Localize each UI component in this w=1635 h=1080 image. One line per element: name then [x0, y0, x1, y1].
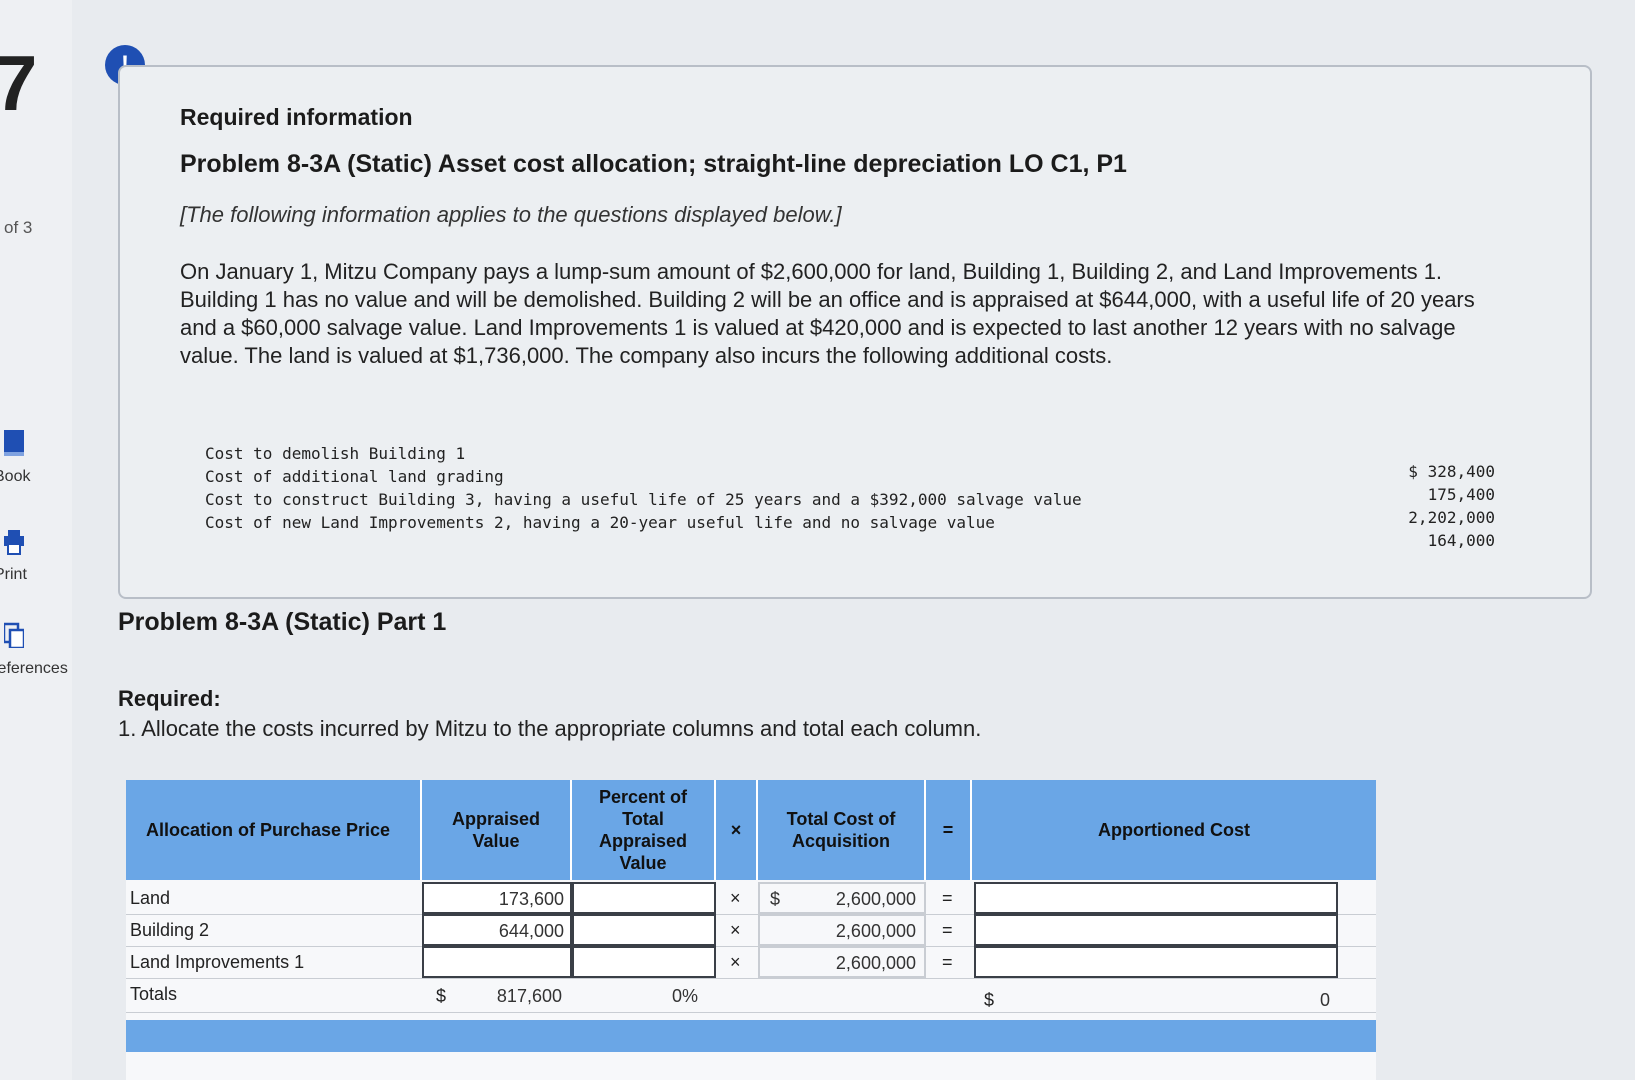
part-title: Problem 8-3A (Static) Part 1 — [118, 608, 447, 636]
equals-symbol: = — [942, 920, 953, 940]
cost-label: Cost to demolish Building 1 — [205, 444, 466, 463]
additional-costs-list: Cost to demolish Building 1 $ 328,400 Co… — [205, 442, 1495, 550]
total-cost-value: 2,600,000 — [835, 953, 916, 973]
row-divider — [126, 1012, 1376, 1013]
cost-row: Cost to demolish Building 1 $ 328,400 — [205, 442, 1495, 481]
apportioned-total: 0 — [1319, 990, 1330, 1010]
nav-print[interactable]: Print — [0, 530, 70, 590]
required-label: Required: — [118, 686, 221, 711]
header-times: × — [716, 780, 758, 880]
table-body: Land $ 173,600 × $ 2,600,000 = Building … — [126, 880, 1376, 1080]
nav-book[interactable]: Book — [0, 430, 70, 490]
cost-label: Cost of additional land grading — [205, 467, 504, 486]
appraised-value: 644,000 — [498, 921, 564, 941]
equals-symbol: = — [942, 888, 953, 908]
nav-references[interactable]: References — [0, 622, 70, 682]
cost-row: Cost to construct Building 3, having a u… — [205, 488, 1495, 527]
row-label-land: Land — [130, 888, 171, 908]
appraised-value: 173,600 — [498, 889, 564, 909]
total-cost-cell-land-improvements-1: 2,600,000 — [758, 946, 926, 978]
table-header: Allocation of Purchase Price Appraised V… — [126, 780, 1376, 880]
row-label-totals: Totals — [130, 984, 178, 1004]
total-cost-cell-building-2: 2,600,000 — [758, 914, 926, 946]
question-count: of 3 — [4, 218, 33, 237]
total-cost-value: 2,600,000 — [835, 889, 916, 909]
percent-total: 0% — [671, 986, 698, 1006]
row-divider — [126, 978, 1376, 979]
apportioned-input-land[interactable] — [974, 882, 1338, 914]
book-icon — [4, 430, 24, 456]
total-cost-value: 2,600,000 — [835, 921, 916, 941]
appraised-input-land[interactable]: 173,600 — [422, 882, 572, 914]
row-label-building-2: Building 2 — [130, 920, 210, 940]
cost-label: Cost to construct Building 3, having a u… — [205, 490, 1082, 509]
info-note: [The following information applies to th… — [180, 202, 842, 227]
allocation-table: Allocation of Purchase Price Appraised V… — [126, 780, 1376, 1080]
nav-book-label: Book — [0, 468, 31, 485]
percent-input-land[interactable] — [572, 882, 716, 914]
appraised-input-land-improvements-1[interactable] — [422, 946, 572, 978]
apportioned-input-building-2[interactable] — [974, 914, 1338, 946]
references-icon — [4, 622, 24, 648]
problem-paragraph: On January 1, Mitzu Company pays a lump-… — [180, 259, 1475, 368]
total-cost-cell-land: $ 2,600,000 — [758, 882, 926, 914]
cost-row: Cost of new Land Improvements 2, having … — [205, 511, 1495, 550]
table-footer-bar — [126, 1020, 1376, 1052]
times-symbol: × — [730, 920, 741, 940]
equals-symbol: = — [942, 952, 953, 972]
percent-input-building-2[interactable] — [572, 914, 716, 946]
appraised-input-building-2[interactable]: 644,000 — [422, 914, 572, 946]
left-nav: 7 of 3 Book Print References — [0, 0, 72, 1080]
header-apportioned-cost: Apportioned Cost — [1098, 820, 1250, 840]
times-symbol: × — [730, 952, 741, 972]
question-number: 7 — [0, 39, 38, 127]
appraised-total: 817,600 — [496, 986, 562, 1006]
apportioned-input-land-improvements-1[interactable] — [974, 946, 1338, 978]
row-label-land-improvements-1: Land Improvements 1 — [130, 952, 305, 972]
cost-label: Cost of new Land Improvements 2, having … — [205, 513, 995, 532]
print-icon — [4, 530, 24, 555]
required-information-heading: Required information — [180, 104, 413, 130]
instruction-text: 1. Allocate the costs incurred by Mitzu … — [118, 716, 982, 741]
cost-value: 164,000 — [1427, 531, 1495, 550]
header-percent-total: Percent of Total Appraised Value — [572, 780, 716, 880]
nav-print-label: Print — [0, 566, 27, 583]
header-equals: = — [926, 780, 972, 880]
times-symbol: × — [730, 888, 741, 908]
nav-references-label: References — [0, 660, 68, 677]
dollar-sign: $ — [770, 889, 781, 909]
header-appraised-value: Appraised Value — [422, 780, 572, 880]
cost-row: Cost of additional land grading 175,400 — [205, 465, 1495, 504]
header-allocation: Allocation of Purchase Price — [126, 780, 422, 880]
header-total-cost: Total Cost of Acquisition — [758, 780, 926, 880]
percent-input-land-improvements-1[interactable] — [572, 946, 716, 978]
problem-title: Problem 8-3A (Static) Asset cost allocat… — [180, 150, 1127, 178]
